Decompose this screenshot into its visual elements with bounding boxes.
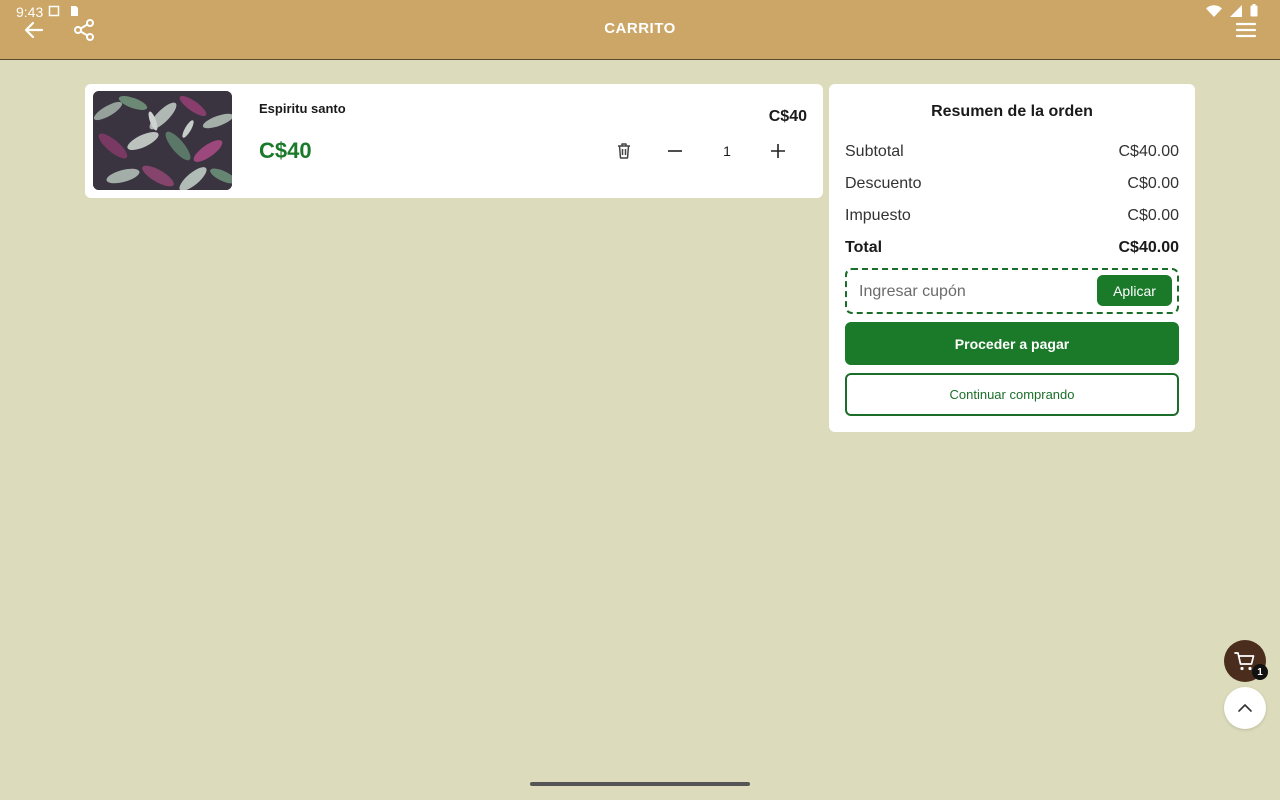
quantity-value: 1 — [723, 143, 731, 159]
summary-row-total: Total C$40.00 — [845, 239, 1179, 257]
summary-label: Total — [845, 239, 883, 256]
increase-quantity-button[interactable] — [768, 141, 788, 161]
product-price: C$40 — [259, 138, 312, 163]
menu-button[interactable] — [1234, 18, 1258, 42]
hamburger-menu-icon — [1235, 22, 1257, 38]
summary-row-subtotal: Subtotal C$40.00 — [845, 143, 1179, 161]
summary-value: C$40.00 — [1118, 143, 1180, 160]
summary-row-discount: Descuento C$0.00 — [845, 175, 1179, 193]
summary-value: C$0.00 — [1127, 207, 1179, 224]
scroll-to-top-button[interactable] — [1224, 687, 1266, 729]
checkout-button[interactable]: Proceder a pagar — [845, 322, 1179, 365]
minus-icon — [668, 150, 682, 152]
floating-cart-button[interactable]: 1 — [1224, 640, 1268, 682]
trash-icon — [618, 143, 630, 159]
notification-icon — [48, 5, 60, 17]
cart-count-badge: 1 — [1252, 664, 1268, 680]
product-image — [93, 91, 232, 190]
decrease-quantity-button[interactable] — [665, 141, 685, 161]
summary-value: C$0.00 — [1127, 175, 1179, 192]
summary-label: Impuesto — [845, 207, 911, 224]
summary-label: Descuento — [845, 175, 922, 192]
remove-item-button[interactable] — [614, 141, 634, 161]
line-total: C$40 — [768, 108, 807, 125]
summary-row-tax: Impuesto C$0.00 — [845, 207, 1179, 225]
order-summary-card: Resumen de la orden Subtotal C$40.00 Des… — [829, 84, 1195, 432]
summary-label: Subtotal — [845, 143, 904, 160]
coupon-box: Aplicar — [845, 268, 1179, 314]
plus-icon — [771, 144, 785, 158]
summary-title: Resumen de la orden — [931, 103, 1093, 120]
battery-icon — [1250, 4, 1258, 17]
page-title: CARRITO — [604, 20, 676, 37]
continue-shopping-button[interactable]: Continuar comprando — [845, 373, 1179, 416]
app-bar: 9:43 CARRITO — [0, 0, 1280, 60]
apply-coupon-button[interactable]: Aplicar — [1097, 275, 1172, 306]
product-name[interactable]: Espiritu santo — [259, 101, 346, 116]
summary-value: C$40.00 — [1118, 239, 1180, 256]
wifi-icon — [1206, 4, 1222, 17]
cart-item-card: Espiritu santo C$40 C$40 1 — [85, 84, 823, 198]
status-icons-right — [1206, 4, 1258, 17]
coupon-input[interactable] — [859, 280, 1089, 304]
home-indicator[interactable] — [530, 782, 750, 786]
chevron-up-icon — [1238, 704, 1252, 712]
signal-icon — [1230, 4, 1242, 17]
